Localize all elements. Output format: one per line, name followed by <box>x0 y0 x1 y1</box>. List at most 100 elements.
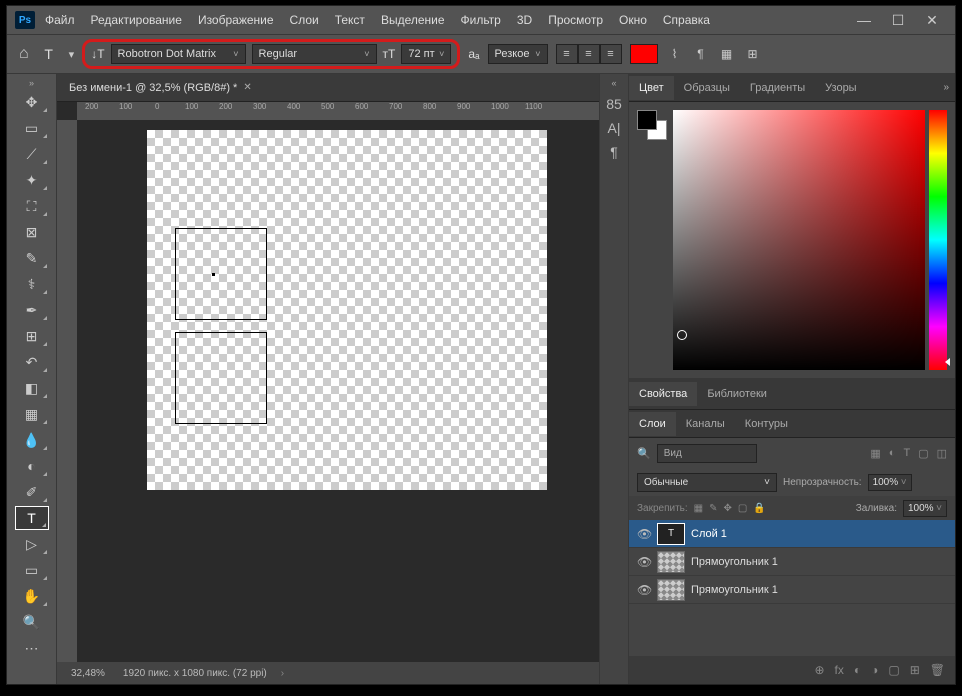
align-center-button[interactable]: ≡ <box>578 44 600 64</box>
maximize-button[interactable]: ☐ <box>883 10 913 30</box>
lock-nest-icon[interactable]: ▢ <box>738 503 747 514</box>
lock-paint-icon[interactable]: ✎ <box>709 503 717 514</box>
warp-text-icon[interactable]: ⌇ <box>666 47 684 61</box>
history-panel-icon[interactable]: 85 <box>606 96 622 112</box>
dodge-tool[interactable]: ◐ <box>15 454 49 478</box>
tab-swatches[interactable]: Образцы <box>674 76 740 100</box>
tab-paths[interactable]: Контуры <box>735 412 798 436</box>
history-brush-tool[interactable]: ↶ <box>15 350 49 374</box>
fg-bg-color[interactable] <box>637 110 667 140</box>
menu-edit[interactable]: Редактирование <box>85 9 188 31</box>
expand-panel-icon[interactable]: « <box>611 78 616 88</box>
status-chevron-icon[interactable]: › <box>281 668 284 679</box>
hand-tool[interactable]: ✋ <box>15 584 49 608</box>
document-tab[interactable]: Без имени-1 @ 32,5% (RGB/8#) * ✕ <box>57 76 264 100</box>
menu-text[interactable]: Текст <box>329 9 371 31</box>
font-family-dropdown[interactable]: Robotron Dot Matrix ˅ <box>111 44 246 64</box>
toolbar-collapse-icon[interactable]: » <box>29 78 34 88</box>
menu-3d[interactable]: 3D <box>511 9 538 31</box>
blur-tool[interactable]: 💧 <box>15 428 49 452</box>
filter-smart-icon[interactable]: ◫ <box>937 447 947 460</box>
marquee-tool[interactable]: ▭ <box>15 116 49 140</box>
zoom-level[interactable]: 32,48% <box>67 668 109 679</box>
eyedropper-tool[interactable]: ✎ <box>15 246 49 270</box>
panel-collapse-icon[interactable]: » <box>943 82 949 93</box>
align-right-button[interactable]: ≡ <box>600 44 622 64</box>
color-picker[interactable] <box>673 110 947 370</box>
zoom-tool[interactable]: 🔍 <box>15 610 49 634</box>
menu-layers[interactable]: Слои <box>284 9 325 31</box>
clone-stamp-tool[interactable]: ⊞ <box>15 324 49 348</box>
antialias-dropdown[interactable]: Резкое ˅ <box>488 44 548 64</box>
menu-help[interactable]: Справка <box>657 9 716 31</box>
crop-tool[interactable]: ⛶ <box>15 194 49 218</box>
layer-filter-input[interactable]: Вид <box>657 444 757 463</box>
gradient-tool[interactable]: ▦ <box>15 402 49 426</box>
char-panel-icon[interactable]: ¶ <box>692 47 710 61</box>
tab-patterns[interactable]: Узоры <box>815 76 866 100</box>
canvas-viewport[interactable] <box>77 120 599 662</box>
lock-all-icon[interactable]: 🔒 <box>753 503 765 514</box>
text-color-swatch[interactable] <box>630 44 658 64</box>
more-tools[interactable]: ⋯ <box>15 636 49 660</box>
lock-trans-icon[interactable]: ▦ <box>694 503 703 514</box>
menu-select[interactable]: Выделение <box>375 9 451 31</box>
layer-visibility-icon[interactable]: 👁 <box>637 555 651 569</box>
rectangle-tool[interactable]: ▭ <box>15 558 49 582</box>
healing-brush-tool[interactable]: ⚕ <box>15 272 49 296</box>
tool-preset-icon[interactable]: T <box>37 46 61 62</box>
align-left-button[interactable]: ≡ <box>556 44 578 64</box>
layer-visibility-icon[interactable]: 👁 <box>637 527 651 541</box>
filter-shape-icon[interactable]: ▢ <box>918 447 928 460</box>
menu-file[interactable]: Файл <box>39 9 81 31</box>
tab-channels[interactable]: Каналы <box>676 412 735 436</box>
layer-group-icon[interactable]: ▢ <box>888 663 899 677</box>
type-tool[interactable]: T <box>15 506 49 530</box>
filter-type-icon[interactable]: T <box>903 447 910 460</box>
hue-slider[interactable] <box>929 110 947 370</box>
blend-mode-dropdown[interactable]: Обычные ˅ <box>637 473 777 492</box>
menu-window[interactable]: Окно <box>613 9 653 31</box>
lock-pos-icon[interactable]: ✥ <box>724 503 732 514</box>
color-field[interactable] <box>673 110 925 370</box>
layer-item[interactable]: 👁 Прямоугольник 1 <box>629 548 955 576</box>
doc-info[interactable]: 1920 пикс. x 1080 пикс. (72 ppi) <box>119 668 271 679</box>
path-select-tool[interactable]: ▷ <box>15 532 49 556</box>
filter-adjust-icon[interactable]: ◐ <box>889 447 896 460</box>
horizontal-ruler[interactable]: 200 100 0 100 200 300 400 500 600 700 80… <box>77 102 599 120</box>
pen-tool[interactable]: ✐ <box>15 480 49 504</box>
layer-thumb[interactable] <box>657 579 685 601</box>
fill-input[interactable]: 100%˅ <box>903 500 947 517</box>
adjustment-layer-icon[interactable]: ◑ <box>871 663 878 677</box>
layer-item[interactable]: 👁 Прямоугольник 1 <box>629 576 955 604</box>
layer-mask-icon[interactable]: ◐ <box>854 663 861 677</box>
tab-gradients[interactable]: Градиенты <box>740 76 815 100</box>
home-icon[interactable]: ⌂ <box>19 45 29 63</box>
eraser-tool[interactable]: ◧ <box>15 376 49 400</box>
menu-filter[interactable]: Фильтр <box>455 9 507 31</box>
magic-wand-tool[interactable]: ✦ <box>15 168 49 192</box>
tab-properties[interactable]: Свойства <box>629 382 697 406</box>
layer-thumb[interactable] <box>657 551 685 573</box>
layer-fx-icon[interactable]: fx <box>835 663 844 677</box>
close-tab-icon[interactable]: ✕ <box>243 82 251 93</box>
paragraph-panel-icon[interactable]: ¶ <box>610 144 618 160</box>
tab-color[interactable]: Цвет <box>629 76 674 100</box>
3d-icon[interactable]: ▦ <box>718 47 736 61</box>
character-panel-icon[interactable]: A| <box>608 120 621 136</box>
menu-view[interactable]: Просмотр <box>542 9 609 31</box>
layer-item[interactable]: 👁 T Слой 1 <box>629 520 955 548</box>
delete-layer-icon[interactable]: 🗑 <box>930 663 945 677</box>
layer-thumb[interactable]: T <box>657 523 685 545</box>
color-cursor[interactable] <box>677 330 687 340</box>
minimize-button[interactable]: — <box>849 10 879 30</box>
lasso-tool[interactable]: ⟋ <box>15 142 49 166</box>
font-style-dropdown[interactable]: Regular ˅ <box>252 44 377 64</box>
opacity-input[interactable]: 100%˅ <box>868 474 912 491</box>
hue-marker[interactable] <box>945 358 950 366</box>
text-orientation-icon[interactable]: ↓T <box>91 47 104 61</box>
close-button[interactable]: ✕ <box>917 10 947 30</box>
tab-libraries[interactable]: Библиотеки <box>697 382 777 406</box>
filter-pixel-icon[interactable]: ▦ <box>870 447 880 460</box>
foreground-color-swatch[interactable] <box>637 110 657 130</box>
